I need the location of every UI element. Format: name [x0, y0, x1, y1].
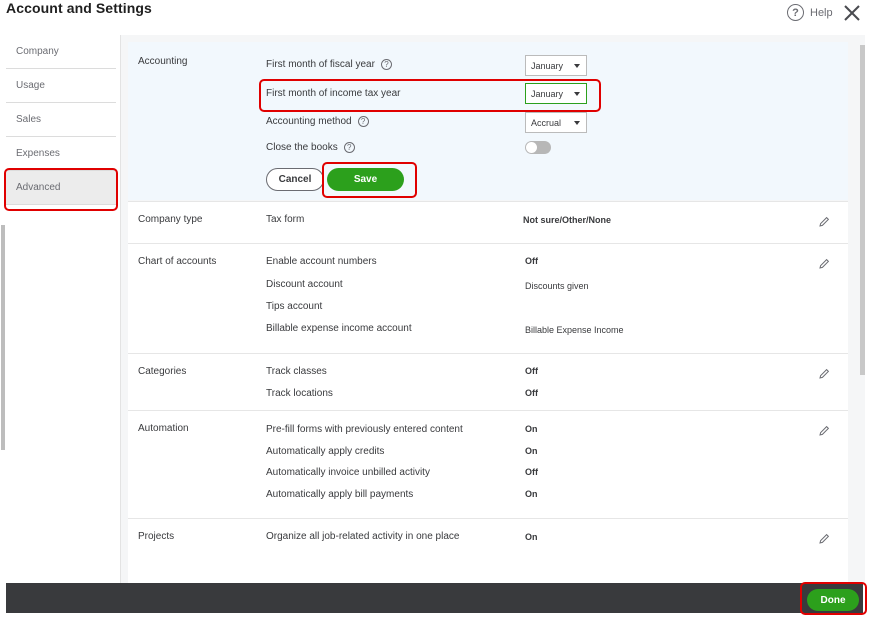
- row-label: Track locations: [266, 388, 333, 399]
- info-icon[interactable]: ?: [357, 116, 369, 127]
- main-scrollbar[interactable]: [860, 45, 865, 375]
- row-value: On: [525, 446, 538, 456]
- row-label: Organize all job-related activity in one…: [266, 531, 460, 542]
- help-button[interactable]: ? Help: [787, 4, 833, 21]
- row-label: Enable account numbers: [266, 256, 377, 267]
- footer-bar: [6, 583, 863, 613]
- sidebar-scrollbar[interactable]: [1, 225, 5, 450]
- automation-section: Automation Pre-fill forms with previousl…: [128, 410, 848, 518]
- row-value: Off: [525, 467, 538, 477]
- edit-pencil-icon[interactable]: [818, 258, 830, 270]
- accounting-panel: [128, 42, 848, 200]
- fiscal-year-select[interactable]: January: [525, 55, 587, 76]
- row-label: Track classes: [266, 366, 327, 377]
- sidebar-item-usage[interactable]: Usage: [6, 69, 116, 103]
- sidebar-item-company[interactable]: Company: [6, 35, 116, 69]
- company-type-section: Company type Tax form Not sure/Other/Non…: [128, 201, 848, 243]
- highlight-save: [322, 162, 417, 198]
- row-value: On: [525, 424, 538, 434]
- highlight-done: [800, 582, 867, 615]
- row-value: Off: [525, 388, 538, 398]
- close-icon[interactable]: [842, 3, 862, 23]
- accounting-method-label: Accounting method?: [266, 116, 369, 127]
- chart-of-accounts-section: Chart of accounts Enable account numbers…: [128, 243, 848, 353]
- row-value: Billable Expense Income: [525, 325, 624, 335]
- caret-down-icon: [574, 63, 580, 68]
- help-icon: ?: [787, 4, 804, 21]
- edit-pencil-icon[interactable]: [818, 216, 830, 228]
- info-icon[interactable]: ?: [343, 142, 355, 153]
- fiscal-year-label: First month of fiscal year?: [266, 59, 392, 70]
- row-label: Billable expense income account: [266, 323, 412, 334]
- row-label: Pre-fill forms with previously entered c…: [266, 424, 463, 435]
- edit-pencil-icon[interactable]: [818, 533, 830, 545]
- help-label: Help: [810, 6, 833, 19]
- row-label: Automatically invoice unbilled activity: [266, 467, 430, 478]
- edit-pencil-icon[interactable]: [818, 368, 830, 380]
- cancel-button[interactable]: Cancel: [266, 168, 324, 191]
- row-value: On: [525, 532, 538, 542]
- projects-section: Projects Organize all job-related activi…: [128, 518, 848, 583]
- info-icon[interactable]: ?: [380, 59, 392, 70]
- row-label: Automatically apply bill payments: [266, 489, 414, 500]
- row-label: Tips account: [266, 301, 323, 312]
- highlight-advanced: [4, 168, 118, 211]
- sidebar-item-sales[interactable]: Sales: [6, 103, 116, 137]
- row-label: Discount account: [266, 279, 343, 290]
- close-books-label: Close the books?: [266, 142, 355, 153]
- row-value: Off: [525, 366, 538, 376]
- page-title: Account and Settings: [6, 0, 152, 16]
- accounting-method-select[interactable]: Accrual: [525, 112, 587, 133]
- row-label: Automatically apply credits: [266, 446, 385, 457]
- row-value: Off: [525, 256, 538, 266]
- edit-pencil-icon[interactable]: [818, 425, 830, 437]
- toggle-knob: [526, 142, 537, 153]
- row-value: Discounts given: [525, 281, 589, 291]
- sidebar-item-expenses[interactable]: Expenses: [6, 137, 116, 171]
- caret-down-icon: [574, 120, 580, 125]
- highlight-income-tax: [259, 79, 601, 112]
- close-books-toggle[interactable]: [525, 141, 551, 154]
- categories-section: Categories Track classes Off Track locat…: [128, 353, 848, 410]
- settings-sidebar: Company Usage Sales Expenses Advanced: [6, 35, 116, 585]
- accounting-section-label: Accounting: [138, 56, 188, 67]
- row-value: On: [525, 489, 538, 499]
- row-label: Tax form: [266, 214, 305, 225]
- row-value: Not sure/Other/None: [523, 215, 612, 225]
